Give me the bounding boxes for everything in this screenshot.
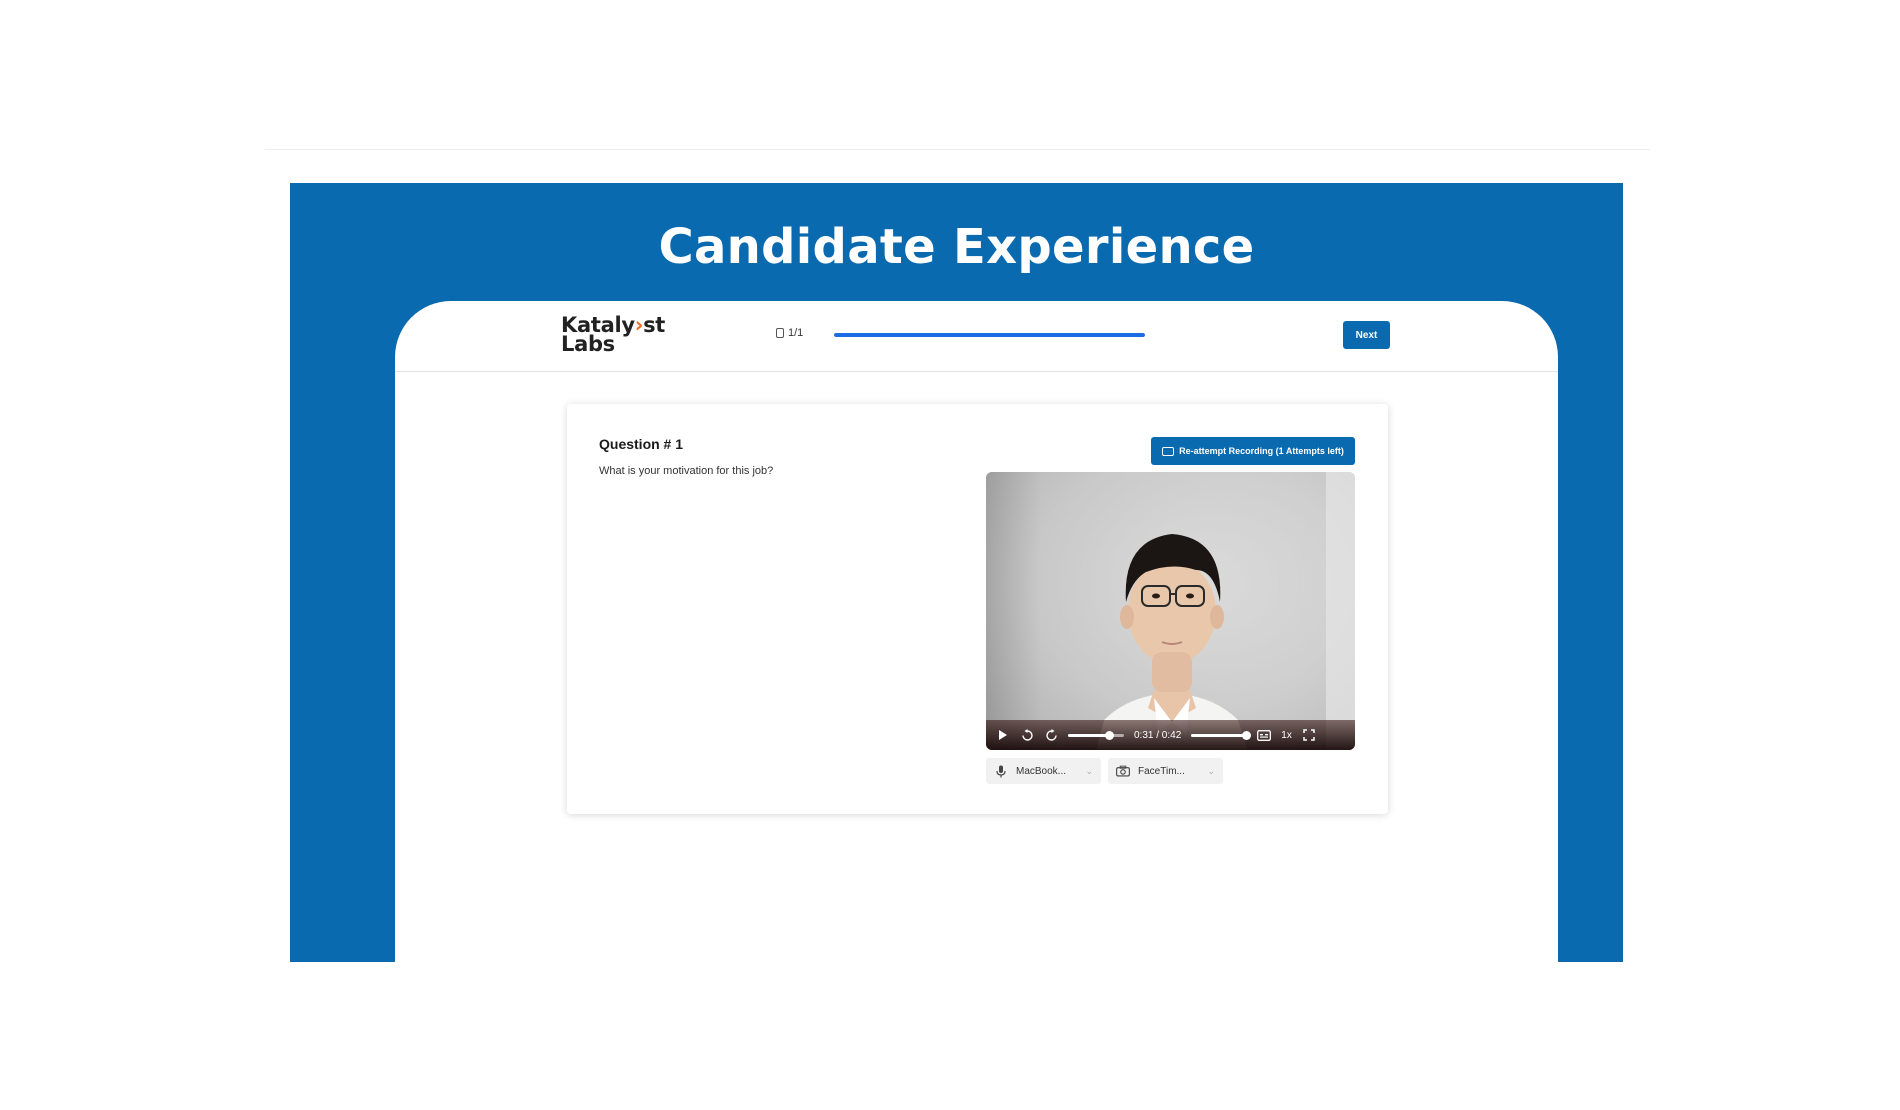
clipboard-icon: [776, 328, 784, 338]
divider: [265, 149, 1650, 150]
playback-time: 0:31 / 0:42: [1134, 729, 1182, 741]
microphone-icon: [994, 764, 1008, 778]
microphone-selected-value: MacBook...: [1016, 765, 1067, 777]
banner-title: Candidate Experience: [658, 219, 1255, 275]
volume-slider[interactable]: [1191, 730, 1251, 740]
video-controls: 0:31 / 0:42 1x: [986, 720, 1355, 750]
video-camera-icon: [1162, 446, 1175, 456]
katalyst-labs-logo: Kataly›st Labs: [561, 313, 666, 356]
question-card: Question # 1 What is your motivation for…: [567, 404, 1388, 814]
next-button[interactable]: Next: [1343, 321, 1390, 349]
candidate-experience-banner: Candidate Experience Kataly›st Labs 1/1 …: [290, 183, 1623, 962]
playback-speed[interactable]: 1x: [1281, 730, 1292, 741]
seek-handle[interactable]: [1104, 730, 1114, 740]
progress-count-text: 1/1: [788, 327, 804, 339]
fullscreen-icon[interactable]: [1302, 728, 1316, 742]
captions-icon[interactable]: [1257, 728, 1272, 742]
question-progress-fill: [834, 333, 1145, 337]
microphone-select[interactable]: MacBook... ⌄: [986, 758, 1101, 784]
page: Candidate Experience Kataly›st Labs 1/1 …: [0, 0, 1900, 1110]
question-progress-count: 1/1: [776, 327, 803, 339]
forward-10-icon[interactable]: [1044, 728, 1058, 742]
volume-fill: [1191, 733, 1247, 737]
re-attempt-recording-button[interactable]: Re-attempt Recording (1 Attempts left): [1151, 437, 1355, 465]
question-title: Question # 1: [599, 436, 684, 452]
app-window: Kataly›st Labs 1/1 Next Question # 1 Wha…: [395, 301, 1558, 962]
candidate-video-frame: [986, 472, 1355, 750]
chevron-down-icon: ⌄: [1085, 765, 1093, 776]
re-attempt-label: Re-attempt Recording (1 Attempts left): [1179, 446, 1344, 456]
question-text: What is your motivation for this job?: [599, 465, 774, 477]
camera-select[interactable]: FaceTim... ⌄: [1108, 758, 1223, 784]
rewind-10-icon[interactable]: [1020, 728, 1034, 742]
question-progress-bar: [834, 333, 1145, 337]
app-header: Kataly›st Labs 1/1 Next: [395, 301, 1558, 372]
camera-selected-value: FaceTim...: [1138, 765, 1185, 777]
chevron-down-icon: ⌄: [1207, 765, 1215, 776]
seek-bar[interactable]: [1068, 730, 1124, 740]
video-player[interactable]: 0:31 / 0:42 1x: [986, 472, 1355, 750]
seek-fill: [1068, 733, 1110, 737]
volume-handle[interactable]: [1241, 730, 1251, 740]
play-icon[interactable]: [996, 728, 1010, 742]
camera-icon: [1116, 764, 1130, 778]
